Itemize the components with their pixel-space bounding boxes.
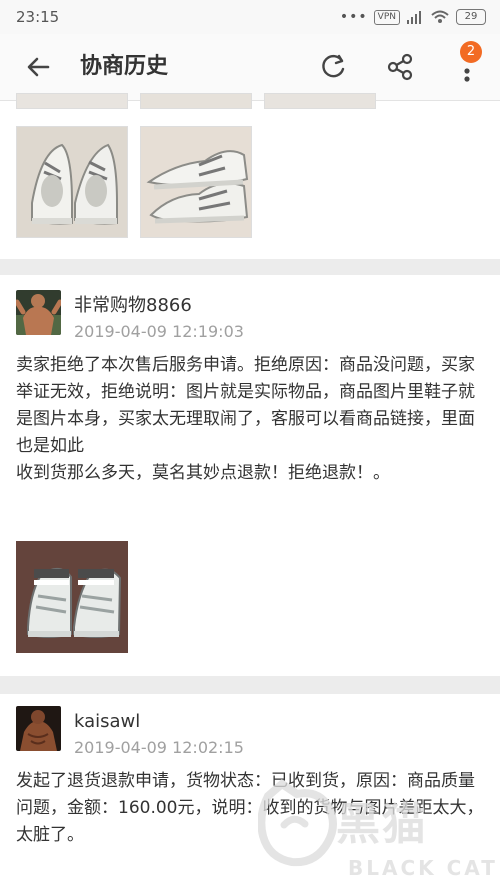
avatar-image — [16, 290, 61, 335]
attachment-thumbnail[interactable] — [16, 93, 128, 109]
buyer-timestamp: 2019-04-09 12:02:15 — [74, 738, 244, 757]
status-time: 23:15 — [16, 8, 60, 26]
buyer-username: kaisawl — [74, 711, 141, 732]
negotiation-history-screen: 23:15 ••• VPN 29 协商历史 2 非常购物8866 2019-04… — [0, 0, 500, 888]
sneaker-photo[interactable] — [140, 126, 252, 238]
evidence-sneaker-photo[interactable] — [16, 541, 128, 653]
vpn-badge: VPN — [373, 9, 400, 25]
earlier-entry-photos — [0, 93, 500, 259]
share-button[interactable] — [385, 52, 415, 82]
battery-icon: 29 — [456, 9, 486, 25]
app-bar: 协商历史 2 — [0, 34, 500, 101]
sneaker-photo[interactable] — [16, 126, 128, 238]
page-title: 协商历史 — [80, 54, 169, 79]
refresh-button[interactable] — [318, 52, 348, 82]
sneaker-photo-image — [141, 127, 251, 237]
avatar-image — [16, 706, 61, 751]
status-indicators: ••• VPN 29 — [340, 9, 486, 25]
status-bar: 23:15 ••• VPN 29 — [0, 0, 500, 34]
attachment-thumbnail[interactable] — [140, 93, 252, 109]
buyer-avatar[interactable] — [16, 706, 61, 751]
seller-rejection-message: 卖家拒绝了本次售后服务申请。拒绝原因：商品没问题，买家举证无效，拒绝说明：图片就… — [16, 355, 475, 483]
signal-icon — [407, 11, 421, 24]
negotiation-entry-seller: 非常购物8866 2019-04-09 12:19:03 卖家拒绝了本次售后服务… — [0, 275, 500, 676]
notification-badge: 2 — [460, 41, 482, 63]
sneaker-photo-image — [17, 127, 127, 237]
seller-avatar[interactable] — [16, 290, 61, 335]
evidence-photo-image — [16, 541, 128, 653]
back-button[interactable] — [25, 53, 53, 81]
seller-username: 非常购物8866 — [74, 295, 192, 316]
attachment-thumbnail[interactable] — [264, 93, 376, 109]
buyer-refund-request-message: 发起了退货退款申请，货物状态：已收到货，原因：商品质量问题，金额：160.00元… — [16, 771, 484, 845]
wifi-icon — [431, 10, 449, 23]
notification-dots: ••• — [339, 9, 368, 25]
seller-timestamp: 2019-04-09 12:19:03 — [74, 322, 244, 341]
negotiation-entry-buyer: kaisawl 2019-04-09 12:02:15 发起了退货退款申请，货物… — [0, 694, 500, 888]
